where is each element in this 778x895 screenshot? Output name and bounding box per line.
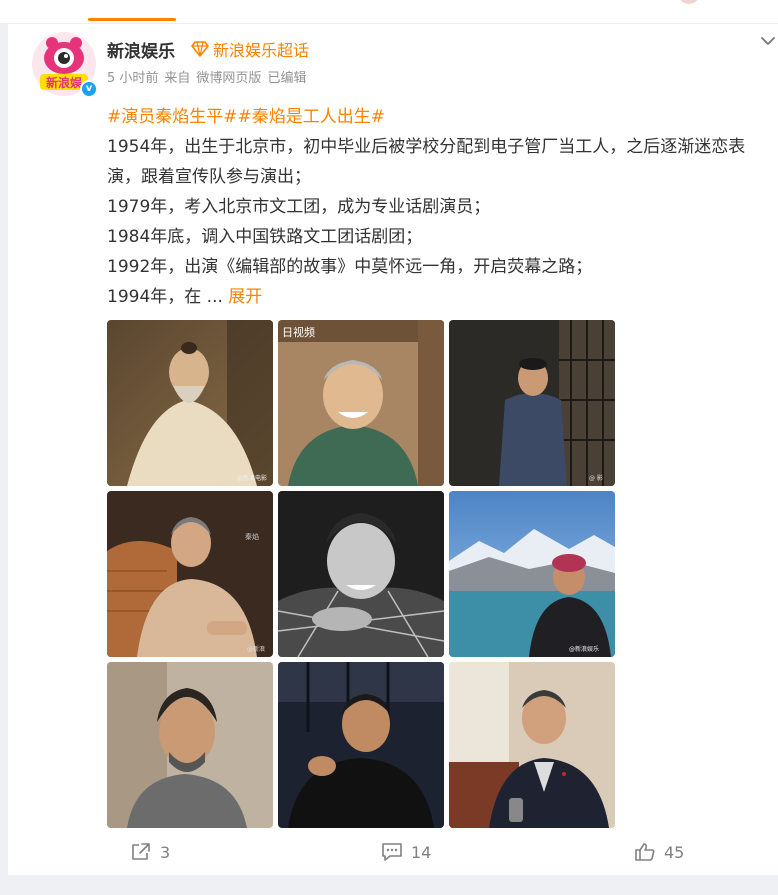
diamond-icon bbox=[191, 41, 209, 57]
photo-watermark: 日视频 bbox=[282, 325, 315, 339]
post-meta: 5 小时前 来自 微博网页版 已编辑 bbox=[107, 67, 312, 86]
photo-thumbnail[interactable]: 日视频 bbox=[278, 320, 444, 486]
post-text: #演员秦焰生平##秦焰是工人出生# 1954年，出生于北京市，初中毕业后被学校分… bbox=[107, 102, 777, 312]
like-button[interactable]: 45 bbox=[634, 842, 684, 862]
post-line: 1994年，在 ... bbox=[107, 287, 223, 307]
photo-thumbnail[interactable]: @新浪娱乐 bbox=[449, 491, 615, 657]
topic-link[interactable]: #秦焰是工人出生# bbox=[238, 107, 386, 127]
post-line: 1984年底，调入中国铁路文工团话剧团； bbox=[107, 227, 423, 247]
photo-thumbnail[interactable] bbox=[278, 491, 444, 657]
post-actions: 3 14 45 bbox=[8, 834, 778, 874]
expand-link[interactable]: 展开 bbox=[228, 287, 262, 307]
avatar-logo-text: 新浪娱 bbox=[46, 75, 83, 90]
comment-count: 14 bbox=[411, 842, 432, 862]
photo-thumbnail[interactable]: @ 影 bbox=[449, 320, 615, 486]
like-count: 45 bbox=[664, 842, 685, 862]
corner-decoration bbox=[678, 0, 700, 4]
thumbs-up-icon bbox=[635, 843, 655, 861]
photo-thumbnail[interactable]: @新浪电影 bbox=[107, 320, 273, 486]
post-source[interactable]: 微博网页版 bbox=[196, 71, 261, 86]
page-bottom-background bbox=[0, 875, 778, 895]
photo-credit: @新浪 bbox=[247, 645, 265, 653]
post-time[interactable]: 5 小时前 bbox=[107, 71, 158, 86]
source-prefix: 来自 bbox=[164, 71, 191, 86]
post-line: 1992年，出演《编辑部的故事》中莫怀远一角，开启荧幕之路； bbox=[107, 257, 593, 277]
top-tab-strip bbox=[0, 0, 778, 24]
photo-credit: @ 影 bbox=[589, 474, 603, 482]
photo-thumbnail[interactable] bbox=[107, 662, 273, 828]
comment-icon bbox=[382, 843, 402, 861]
photo-thumbnail[interactable] bbox=[449, 662, 615, 828]
repost-count: 3 bbox=[160, 842, 171, 862]
photo-caption: 秦焰 bbox=[245, 532, 259, 541]
photo-thumbnail[interactable]: 秦焰 @新浪 bbox=[107, 491, 273, 657]
photo-grid: @新浪电影 日视频 @ 影 秦焰 @新浪 @新浪娱乐 bbox=[107, 320, 615, 828]
verified-badge-icon: v bbox=[80, 80, 98, 98]
edited-label[interactable]: 已编辑 bbox=[267, 71, 306, 86]
username[interactable]: 新浪娱乐 bbox=[107, 37, 175, 62]
comment-button[interactable]: 14 bbox=[381, 842, 431, 862]
supertopic-label: 新浪娱乐超话 bbox=[213, 41, 310, 60]
photo-thumbnail[interactable] bbox=[278, 662, 444, 828]
avatar[interactable]: 新浪娱 v bbox=[30, 30, 98, 98]
post-line: 1954年，出生于北京市，初中毕业后被学校分配到电子管厂当工人，之后逐渐迷恋表演… bbox=[107, 137, 746, 187]
photo-credit: @新浪娱乐 bbox=[569, 645, 599, 653]
photo-credit: @新浪电影 bbox=[237, 474, 267, 482]
post-line: 1979年，考入北京市文工团，成为专业话剧演员； bbox=[107, 197, 491, 217]
supertopic-link[interactable]: 新浪娱乐超话 bbox=[191, 37, 309, 61]
repost-icon bbox=[132, 843, 150, 860]
chevron-down-icon[interactable] bbox=[759, 32, 777, 50]
weibo-post-card: 新浪娱 v 新浪娱乐 新浪娱乐超话 5 小时前 来自 微博网页版 已编辑 #演员秦焰生… bbox=[8, 24, 778, 875]
repost-button[interactable]: 3 bbox=[130, 842, 170, 862]
active-tab-indicator bbox=[88, 18, 176, 21]
topic-link[interactable]: #演员秦焰生平# bbox=[107, 107, 238, 127]
